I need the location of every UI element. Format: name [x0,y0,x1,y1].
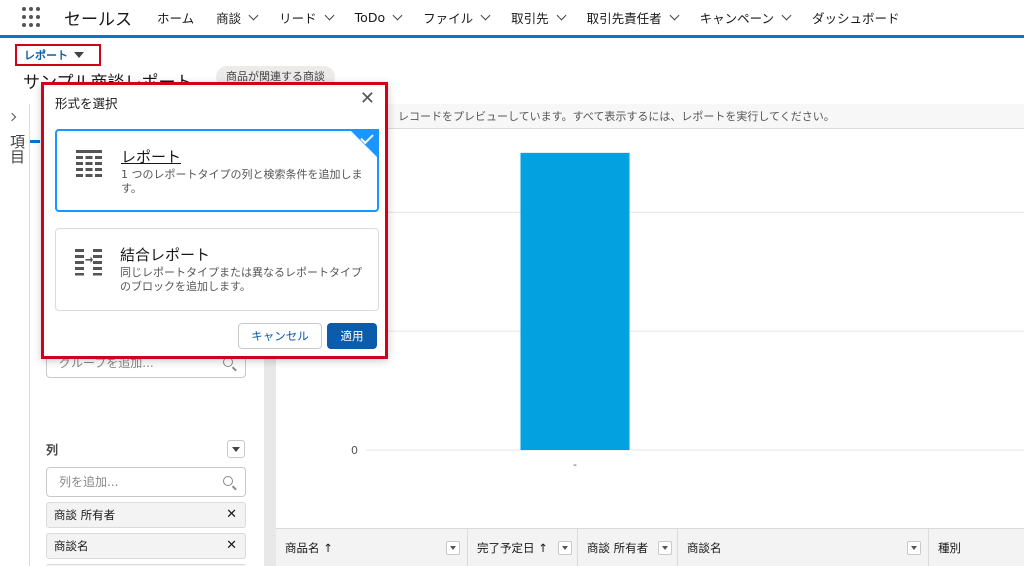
nav-item-label: リード [279,11,317,26]
y-tick-label: 0 [351,444,358,457]
nav-item-contacts[interactable]: 取引先責任者 [576,0,689,35]
nav-item-label: 商談 [216,11,242,26]
column-search-input[interactable]: 列を追加... [46,467,246,497]
nav-item-label: ToDo [354,10,386,25]
remove-icon[interactable]: ✕ [226,534,237,558]
fields-rail: 項目 [0,104,30,566]
columns-heading: 列 [46,443,59,457]
column-header-label: 商品名 ↑ [285,540,333,555]
expand-chevron-icon[interactable] [7,112,17,122]
format-select-modal: 形式を選択 ✕ レポート 1 つのレポートタイプの列と検索条件を追加します。 結… [41,82,388,359]
report-type-label: レポート [24,49,68,62]
outline-tab-indicator [30,140,40,143]
format-option-title: レポート [121,148,182,166]
columns-menu-button[interactable] [227,440,245,458]
nav-item-label: 取引先 [511,11,549,26]
column-pill-label: 商談 所有者 [54,508,116,522]
column-pill[interactable]: 商談 所有者 ✕ [46,502,246,528]
column-header-label: 商談名 [687,540,722,555]
nav-item-label: ダッシュボード [812,11,900,26]
nav-item-opportunities[interactable]: 商談 [205,0,268,35]
nav-item-label: キャンペーン [699,11,775,26]
column-pill[interactable]: 商談名 ✕ [46,533,246,559]
nav-item-todo[interactable]: ToDo [344,0,412,35]
global-nav: セールス ホーム 商談 リード ToDo ファイル 取引先 取引先責任者 キャン… [0,0,1024,38]
chevron-down-icon[interactable] [669,10,680,21]
nav-item-label: ホーム [157,11,195,26]
close-icon[interactable]: ✕ [360,88,375,109]
column-pill-label: 商談名 [54,539,89,553]
nav-item-campaigns[interactable]: キャンペーン [689,0,801,35]
app-name: セールス [64,10,132,30]
nav-item-leads[interactable]: リード [268,0,344,35]
column-menu-icon[interactable] [907,540,921,555]
apply-button[interactable]: 適用 [327,323,377,349]
column-menu-icon[interactable] [558,540,572,555]
remove-icon[interactable]: ✕ [226,503,237,527]
column-header-label: 商談 所有者 [587,540,649,555]
chevron-down-icon[interactable] [392,10,403,21]
column-menu-icon[interactable] [658,540,672,555]
column-menu-icon[interactable] [446,540,460,555]
search-icon [223,476,233,486]
report-type-dropdown[interactable]: レポート [15,44,101,66]
format-option-description: 同じレポートタイプまたは異なるレポートタイプのブロックを追加します。 [120,266,362,293]
caret-down-icon [74,52,84,58]
chevron-down-icon[interactable] [480,10,491,21]
table-header-row: 商品名 ↑ 完了予定日 ↑ 商談 所有者 商談名 種別 [276,528,1024,566]
chevron-down-icon[interactable] [324,10,335,21]
chevron-down-icon[interactable] [781,10,792,21]
nav-item-dashboards[interactable]: ダッシュボード [801,0,911,35]
x-tick-label: - [573,458,577,471]
joined-report-icon [75,249,102,276]
format-option-title: 結合レポート [120,246,211,264]
column-header-label: 完了予定日 ↑ [477,540,548,555]
column-search-placeholder: 列を追加... [59,475,119,489]
column-header-owner[interactable]: 商談 所有者 [578,528,678,566]
selected-check-corner [349,129,379,159]
chevron-down-icon[interactable] [248,10,259,21]
nav-item-home[interactable]: ホーム [146,0,205,35]
nav-item-label: 取引先責任者 [586,11,662,26]
nav-item-accounts[interactable]: 取引先 [500,0,576,35]
nav-item-files[interactable]: ファイル [412,0,500,35]
nav-item-label: ファイル [423,11,474,26]
column-header-type[interactable]: 種別 [929,529,1024,566]
column-header-close-date[interactable]: 完了予定日 ↑ [468,528,578,566]
chevron-down-icon[interactable] [556,10,567,21]
chart-bar [520,152,630,450]
chart-svg: 0400K- [330,152,1024,471]
column-header-opportunity-name[interactable]: 商談名 [678,528,929,566]
format-option-report[interactable]: レポート 1 つのレポートタイプの列と検索条件を追加します。 [55,129,379,212]
format-option-joined-report[interactable]: 結合レポート 同じレポートタイプまたは異なるレポートタイプのブロックを追加します… [55,228,379,311]
fields-rail-label[interactable]: 項目 [7,134,28,164]
report-table-icon [76,150,102,177]
column-header-label: 種別 [938,540,961,555]
format-option-description: 1 つのレポートタイプの列と検索条件を追加します。 [121,168,363,195]
modal-title: 形式を選択 [55,96,118,111]
cancel-button[interactable]: キャンセル [238,323,322,349]
preview-info-bar: レコードをプレビューしています。すべて表示するには、レポートを実行してください。 [276,104,1024,129]
preview-chart: 0400K- [276,130,1024,528]
app-launcher-icon[interactable] [22,6,44,29]
column-header-product[interactable]: 商品名 ↑ [276,528,468,566]
